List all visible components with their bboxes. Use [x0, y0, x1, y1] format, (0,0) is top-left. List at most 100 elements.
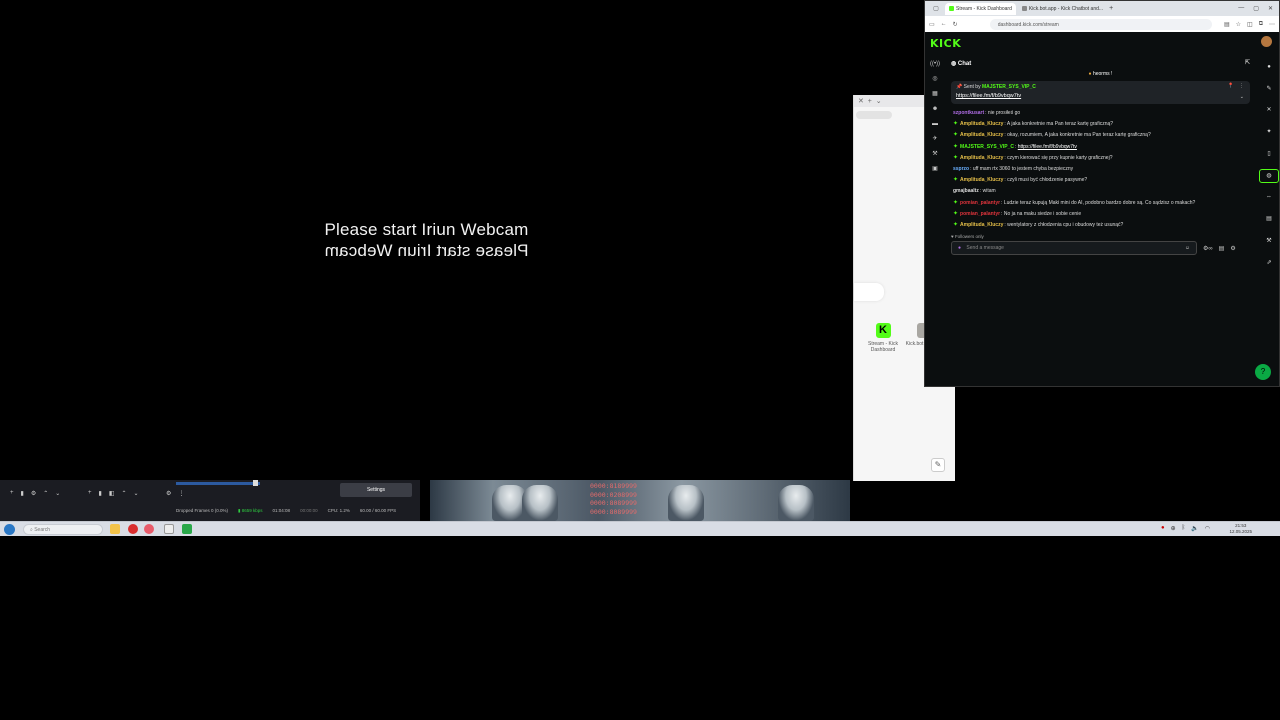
chat-username[interactable]: Amplituda_Kluczy [960, 177, 1003, 183]
help-button[interactable]: ? [1255, 364, 1271, 380]
down-icon[interactable]: ⌄ [55, 490, 60, 497]
emoji-icon[interactable]: ☺ [1185, 245, 1190, 251]
extensions-icon[interactable]: ⧉ [1259, 21, 1263, 28]
calendar-icon[interactable]: ▤ [1259, 209, 1279, 231]
mixer-more-icon[interactable]: ⋮ [178, 490, 184, 497]
delete-icon[interactable]: ▮ [99, 490, 102, 497]
raid-icon[interactable]: ⇔ [1259, 187, 1279, 209]
chat-username[interactable]: Amplituda_Kluczy [960, 132, 1003, 138]
content-icon[interactable]: ▦ [925, 87, 945, 102]
background-search-box[interactable] [854, 283, 884, 301]
inbox-icon[interactable]: ▣ [925, 162, 945, 177]
obs-app-icon[interactable] [128, 524, 138, 534]
gear-icon[interactable]: ⚙ [31, 490, 36, 497]
edit-pen-icon[interactable]: ✎ [931, 458, 945, 472]
chat-username[interactable]: pomian_palantyr [960, 200, 1000, 206]
close-window-icon[interactable]: ✕ [1268, 5, 1273, 12]
sources-controls: + ▮ ◧ ⌃ ⌄ [88, 490, 139, 497]
close-panel-icon[interactable]: ✕ [1259, 100, 1279, 122]
chat-settings-icon[interactable]: ⚙ [1230, 245, 1235, 252]
kick-logo[interactable]: KICK [930, 37, 961, 50]
taskbar-search[interactable]: ⌕ Search [23, 524, 103, 535]
maximize-icon[interactable]: ▢ [1253, 5, 1259, 12]
bitrate: ▮ 8659 kbps [238, 507, 263, 513]
settings-tools-icon[interactable]: ✈ [925, 132, 945, 147]
popout-icon[interactable]: ⇱ [1245, 59, 1250, 66]
community-icon[interactable]: ☻ [925, 102, 945, 117]
add-icon[interactable]: + [10, 490, 14, 497]
moderation-icon[interactable]: ⚒ [925, 147, 945, 162]
pinned-link[interactable]: https://filee.fm/f/b9vbqw7tv [956, 93, 1245, 99]
file-explorer-icon[interactable] [110, 524, 120, 534]
up-icon[interactable]: ⌃ [122, 490, 127, 497]
chat-panel-icon[interactable]: ◍ [1259, 169, 1279, 184]
unpin-icon[interactable]: 📍 [1228, 83, 1234, 89]
chat-username[interactable]: Amplituda_Kluczy [960, 222, 1003, 228]
mixer-gear-icon[interactable]: ⚙ [166, 490, 171, 497]
volume-icon[interactable]: 🔈 [1191, 525, 1198, 532]
user-avatar[interactable] [1261, 36, 1272, 47]
chat-link[interactable]: https://filee.fm/f/b9vbqw7tv [1018, 144, 1077, 150]
browser-app-icon[interactable] [144, 524, 154, 534]
close-tab-icon[interactable]: ✕ [858, 98, 864, 105]
clipboard-icon[interactable]: ▯ [1259, 144, 1279, 166]
pinned-message[interactable]: 📌 Sent by MAJSTER_SYS_VIP_C https://file… [951, 81, 1250, 104]
edit-icon[interactable]: ✎ [1259, 79, 1279, 101]
background-address-bar[interactable] [856, 111, 892, 119]
tab-actions-icon[interactable]: ▢ [927, 5, 945, 12]
tab-kick-dashboard[interactable]: Stream - Kick Dashboard [945, 2, 1016, 15]
volume-slider[interactable] [253, 480, 258, 486]
clock[interactable]: 21:53 12.05.2025 [1229, 523, 1252, 535]
dropped-frames: Dropped Frames 0 (0.0%) [176, 508, 229, 513]
wrench-icon[interactable]: ⚒ [1259, 231, 1279, 253]
more-menu-icon[interactable]: ⋯ [1269, 21, 1275, 28]
chat-username[interactable]: ssprzo [953, 166, 969, 172]
chat-list-icon[interactable]: ▤ [1219, 245, 1225, 252]
refresh-icon[interactable]: ↻ [953, 21, 958, 28]
chat-tools-icon[interactable]: ⚙∞ [1203, 245, 1213, 252]
filter-icon[interactable]: ◧ [109, 490, 115, 497]
network-icon[interactable]: ⊕ [1171, 525, 1176, 532]
pinned-more-icon[interactable]: ⋮ [1239, 83, 1244, 89]
explore-icon[interactable]: ◎ [925, 72, 945, 87]
record-tray-icon[interactable]: ● [1161, 525, 1165, 532]
chat-username[interactable]: Amplituda_Kluczy [960, 155, 1003, 161]
chat-username[interactable]: MAJSTER_SYS_VIP_C [960, 144, 1014, 150]
up-icon[interactable]: ⌃ [43, 490, 48, 497]
info-icon[interactable]: ● [1259, 57, 1279, 79]
mic-icon[interactable]: ● [958, 245, 961, 251]
pinned-user-bar[interactable]: ● heorms ! [947, 71, 1254, 79]
new-tab-button[interactable]: + [1109, 5, 1113, 12]
chat-input[interactable]: ● Send a message ☺ [951, 241, 1197, 256]
chat-username[interactable]: pomian_palantyr [960, 211, 1000, 217]
shortcut-tile-kick-dashboard[interactable]: K Stream - Kick Dashboard [863, 323, 903, 353]
bluetooth-icon[interactable]: ᛒ [1182, 525, 1186, 532]
terminal-app-icon[interactable] [164, 524, 174, 534]
tab-list-icon[interactable]: ⌄ [876, 98, 882, 105]
chat-username[interactable]: szpontkusart [953, 110, 984, 116]
payments-icon[interactable]: ▬ [925, 117, 945, 132]
chat-username[interactable]: Amplituda_Kluczy [960, 121, 1003, 127]
settings-button[interactable]: Settings [340, 483, 412, 497]
address-bar[interactable]: dashboard.kick.com/stream [989, 18, 1212, 30]
split-view-icon[interactable]: ◫ [1247, 21, 1253, 28]
chat-username[interactable]: gmajbaaltz [953, 188, 979, 194]
chevron-down-icon[interactable]: ⌄ [1240, 94, 1244, 100]
wifi-icon[interactable]: ◠ [1205, 525, 1210, 532]
new-tab-icon[interactable]: + [868, 98, 872, 105]
reader-icon[interactable]: ▤ [1224, 21, 1230, 28]
back-icon[interactable]: ← [941, 21, 947, 27]
start-button[interactable] [4, 524, 15, 535]
minimize-icon[interactable]: — [1238, 5, 1244, 12]
delete-icon[interactable]: ▮ [21, 490, 24, 497]
share-icon[interactable]: ⇗ [1259, 253, 1279, 275]
sidebar-toggle-icon[interactable]: ▭ [929, 21, 935, 28]
stream-icon[interactable]: ((•)) [925, 57, 945, 72]
chart-app-icon[interactable] [182, 524, 192, 534]
kick-browser-window[interactable]: ▢ Stream - Kick Dashboard Kick.bot.app -… [924, 0, 1280, 387]
boost-icon[interactable]: ✦ [1259, 122, 1279, 144]
add-icon[interactable]: + [88, 490, 92, 497]
tab-kickbot[interactable]: Kick.bot.app - Kick Chatbot and... [1018, 3, 1107, 15]
favorite-icon[interactable]: ☆ [1236, 21, 1241, 28]
down-icon[interactable]: ⌄ [134, 490, 139, 497]
